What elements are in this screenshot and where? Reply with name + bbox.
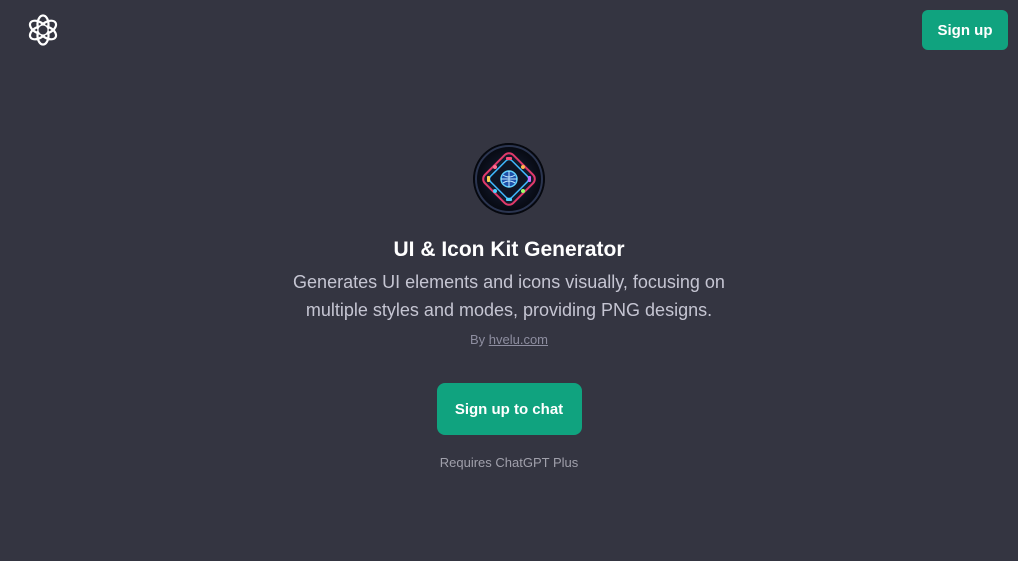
gpt-description: Generates UI elements and icons visually… xyxy=(293,272,725,320)
author-byline: By hvelu.com xyxy=(470,332,548,347)
author-prefix: By xyxy=(469,332,486,347)
author-link[interactable]: hvelu.com xyxy=(489,332,548,347)
page: Sign up UI & Icon Kit Generator Generate… xyxy=(0,0,1018,561)
openai-logo-svg xyxy=(28,14,58,46)
plus-requirement-note: Requires ChatGPT Plus xyxy=(439,455,579,470)
gpt-title: UI & Icon Kit Generator xyxy=(393,238,625,261)
gpt-profile: UI & Icon Kit Generator Generates UI ele… xyxy=(0,143,1018,470)
openai-logo-icon[interactable] xyxy=(26,13,60,47)
signup-to-chat-button[interactable]: Sign up to chat xyxy=(436,383,582,435)
ui-kit-chip-icon xyxy=(473,143,545,215)
gpt-avatar xyxy=(473,143,545,215)
signup-button[interactable]: Sign up xyxy=(922,10,1008,50)
